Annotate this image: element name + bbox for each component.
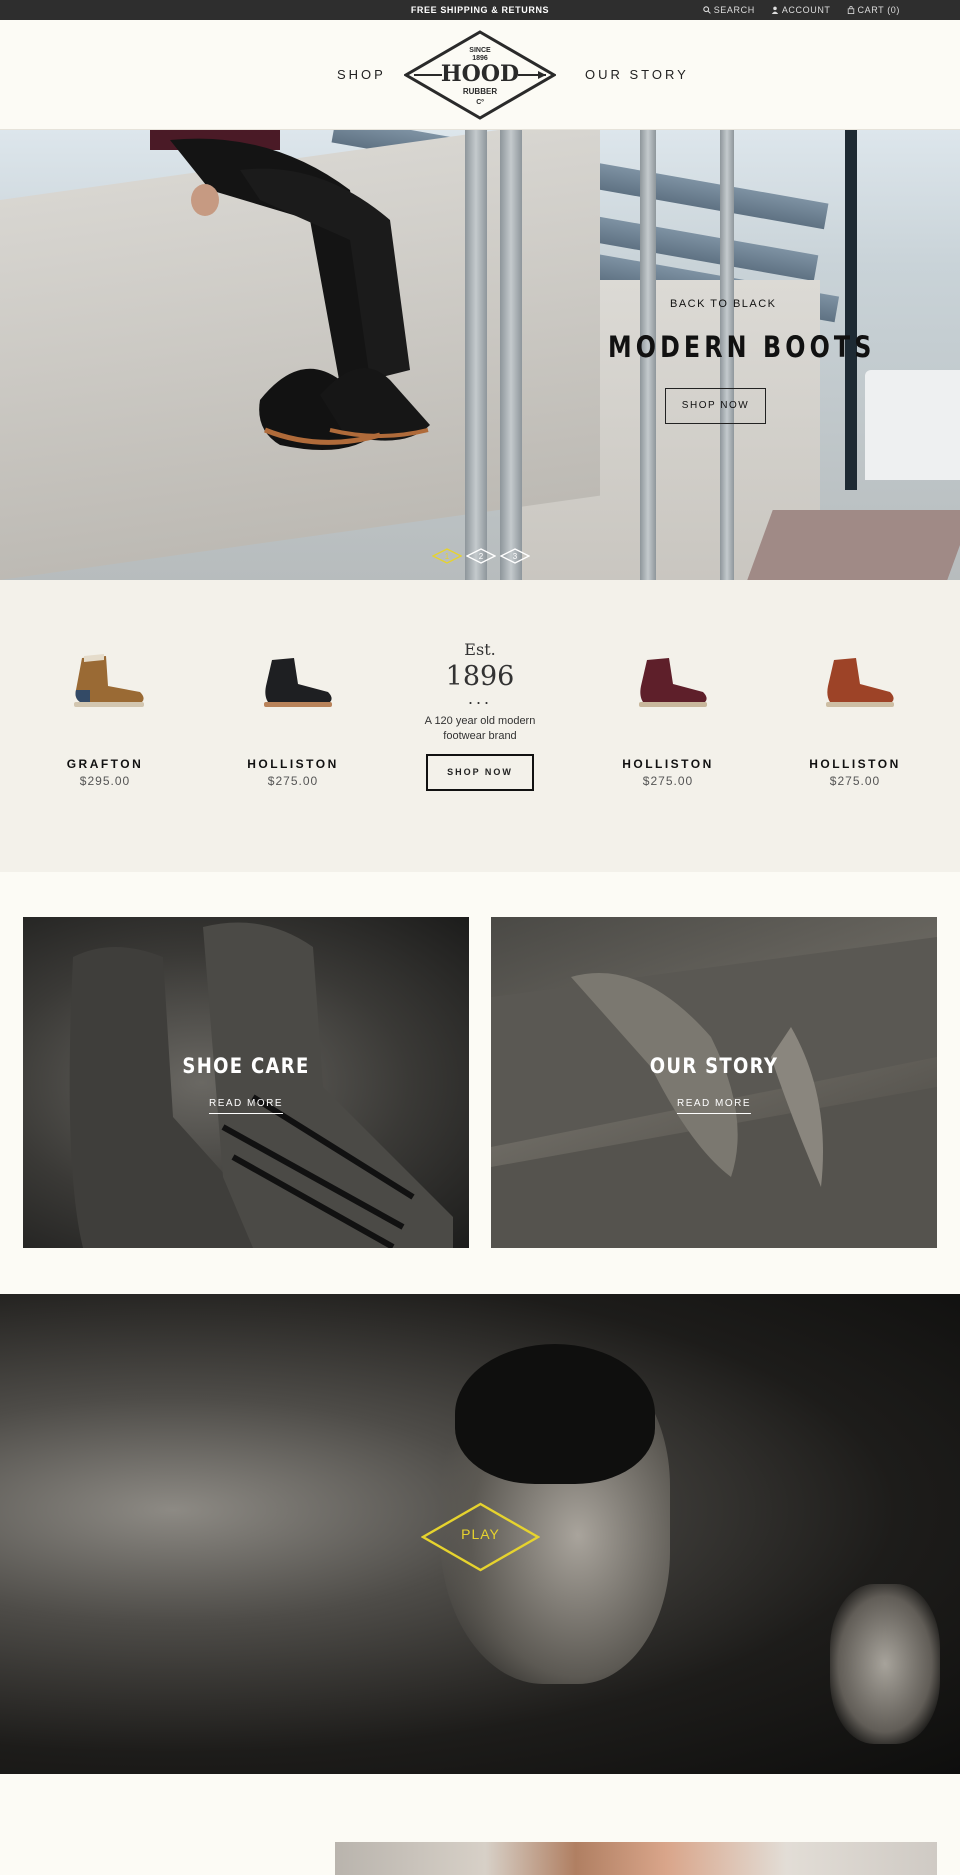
hero-bg-pipe: [465, 130, 487, 580]
product-card[interactable]: GRAFTON $295.00: [40, 650, 170, 788]
product-price: $275.00: [829, 774, 881, 788]
next-section-image: [335, 1842, 937, 1875]
est-label: Est.: [464, 640, 496, 659]
boot-image: [74, 654, 144, 707]
hero-model-boots: [150, 130, 430, 450]
hero-bg-pipe: [500, 130, 522, 580]
product-name: GRAFTON: [66, 757, 144, 771]
brand-est-block: Est. 1896 ... A 120 year old modern foot…: [405, 640, 555, 791]
est-shop-now-button[interactable]: SHOP NOW: [426, 754, 534, 791]
hero-slideshow: BACK TO BLACK MODERN BOOTS SHOP NOW 1 2 …: [0, 130, 960, 580]
slideshow-dots: 1 2 3: [432, 548, 530, 564]
product-card[interactable]: HOLLISTON $275.00: [603, 650, 733, 788]
hero-subtitle: BACK TO BLACK: [670, 298, 777, 310]
nav-our-story[interactable]: OUR STORY: [585, 67, 689, 82]
our-story-tile[interactable]: OUR STORY READ MORE: [491, 917, 937, 1248]
slide-dot-label: 2: [479, 552, 484, 561]
read-more-link[interactable]: READ MORE: [208, 1098, 284, 1114]
nav-shop[interactable]: SHOP: [337, 67, 386, 82]
our-story-image: [491, 937, 937, 1248]
boot-image: [639, 658, 707, 707]
account-label: ACCOUNT: [781, 5, 831, 15]
bag-icon: [847, 6, 854, 14]
hero-title: MODERN BOOTS: [608, 330, 876, 364]
shoe-care-image: [69, 922, 453, 1248]
product-card[interactable]: HOLLISTON $275.00: [228, 650, 358, 788]
boot-image: [826, 658, 894, 707]
logo-co: Cº: [476, 99, 484, 106]
search-label: SEARCH: [713, 5, 755, 15]
video-still-hair: [455, 1344, 655, 1484]
user-icon: [771, 6, 779, 14]
product-name: HOLLISTON: [809, 757, 901, 771]
product-price: $275.00: [267, 774, 319, 788]
slide-dot-3[interactable]: 3: [500, 548, 530, 564]
video-still-hand: [830, 1584, 940, 1744]
product-card[interactable]: HOLLISTON $275.00: [790, 650, 920, 788]
hero-bg-truck: [865, 370, 960, 480]
announcement-bar: FREE SHIPPING & RETURNS SEARCH ACCOUNT C…: [0, 0, 960, 20]
featured-products: GRAFTON $295.00 HOLLISTON $275.00 Est. 1…: [0, 580, 960, 872]
slide-dot-1[interactable]: 1: [432, 548, 462, 564]
utility-nav: SEARCH ACCOUNT CART (0): [702, 5, 900, 15]
play-button-diamond[interactable]: [421, 1502, 540, 1572]
logo-since: SINCE: [469, 47, 491, 54]
search-icon: [702, 6, 711, 14]
search-link[interactable]: SEARCH: [702, 5, 755, 15]
hero-bg-sidewalk: [747, 510, 960, 580]
boot-image: [264, 658, 332, 707]
tile-title: OUR STORY: [649, 1054, 779, 1078]
shoe-care-tile[interactable]: SHOE CARE READ MORE: [23, 917, 469, 1248]
slide-dot-label: 1: [445, 552, 450, 561]
slide-dot-2[interactable]: 2: [466, 548, 496, 564]
account-link[interactable]: ACCOUNT: [771, 5, 831, 15]
logo-name: HOOD: [441, 61, 519, 87]
product-price: $275.00: [642, 774, 694, 788]
tile-title: SHOE CARE: [182, 1054, 310, 1078]
logo-rubber: RUBBER: [463, 87, 497, 96]
hood-rubber-logo[interactable]: SINCE 1896 HOOD RUBBER Cº: [404, 30, 556, 120]
product-name: HOLLISTON: [622, 757, 714, 771]
brand-video: PLAY: [0, 1294, 960, 1774]
hero-shop-now-button[interactable]: SHOP NOW: [665, 388, 766, 424]
hero-bg-lamp-post: [845, 130, 857, 490]
product-price: $295.00: [79, 774, 131, 788]
product-name: HOLLISTON: [247, 757, 339, 771]
est-tagline: A 120 year old modern footwear brand: [424, 715, 536, 742]
cart-label: CART (0): [857, 5, 900, 15]
read-more-link[interactable]: READ MORE: [676, 1098, 752, 1114]
est-dots: ...: [467, 688, 492, 708]
cart-link[interactable]: CART (0): [847, 5, 900, 15]
slide-dot-label: 3: [513, 552, 518, 561]
site-header: SHOP SINCE 1896 HOOD RUBBER Cº OUR STORY: [0, 20, 960, 130]
